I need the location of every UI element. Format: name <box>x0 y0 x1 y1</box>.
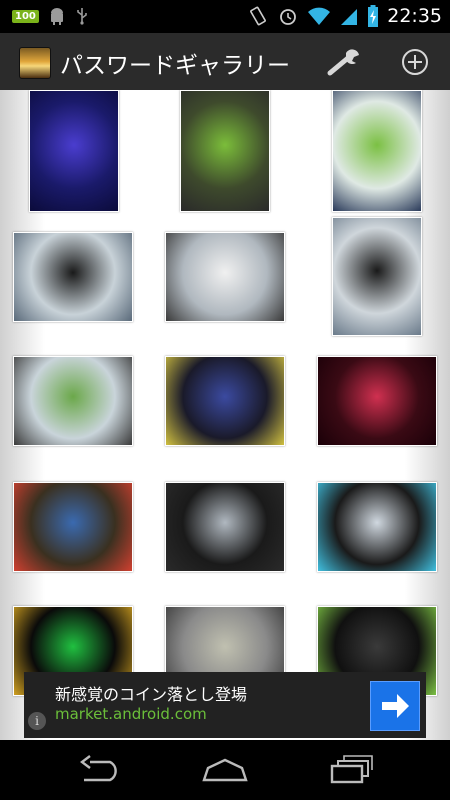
app-logo-icon[interactable] <box>19 47 51 79</box>
clock: 22:35 <box>387 5 442 27</box>
photo-thumbnail[interactable] <box>332 90 422 212</box>
photo-thumbnail[interactable] <box>165 356 285 446</box>
ad-banner[interactable]: 新感覚のコイン落とし登場 market.android.com i <box>24 672 426 738</box>
photo-thumbnail[interactable] <box>165 232 285 322</box>
info-icon[interactable]: i <box>28 712 46 730</box>
notification-icons: 100 <box>12 7 89 25</box>
home-icon[interactable] <box>200 754 250 786</box>
photo-thumbnail[interactable] <box>317 482 437 572</box>
android-debug-icon <box>50 8 63 25</box>
arrow-right-icon[interactable] <box>370 681 420 731</box>
photo-thumbnail[interactable] <box>13 232 133 322</box>
navigation-bar <box>0 740 450 800</box>
recent-apps-icon[interactable] <box>330 754 374 786</box>
status-bar: 100 22:35 <box>0 0 450 33</box>
action-bar: パスワードギャラリー <box>0 33 450 90</box>
ad-headline[interactable]: 新感覚のコイン落とし登場 <box>55 681 247 705</box>
ad-url[interactable]: market.android.com <box>55 705 207 723</box>
page-title: パスワードギャラリー <box>60 53 290 79</box>
system-icons: 22:35 <box>247 5 442 27</box>
back-icon[interactable] <box>76 754 124 786</box>
photo-grid[interactable] <box>0 90 450 740</box>
photo-thumbnail[interactable] <box>317 356 437 446</box>
photo-thumbnail[interactable] <box>165 482 285 572</box>
add-circle-icon[interactable] <box>400 47 430 77</box>
photo-thumbnail[interactable] <box>332 217 422 336</box>
photo-thumbnail[interactable] <box>29 90 119 212</box>
wifi-icon <box>308 7 331 25</box>
cell-signal-icon <box>341 9 358 25</box>
alarm-icon <box>280 9 297 25</box>
battery-icon <box>368 5 379 27</box>
battery-widget-icon: 100 <box>12 9 39 23</box>
photo-thumbnail[interactable] <box>13 482 133 572</box>
usb-icon <box>77 8 87 25</box>
vibrate-icon <box>250 6 267 26</box>
wrench-icon[interactable] <box>326 47 362 77</box>
photo-thumbnail[interactable] <box>180 90 270 212</box>
photo-thumbnail[interactable] <box>13 356 133 446</box>
